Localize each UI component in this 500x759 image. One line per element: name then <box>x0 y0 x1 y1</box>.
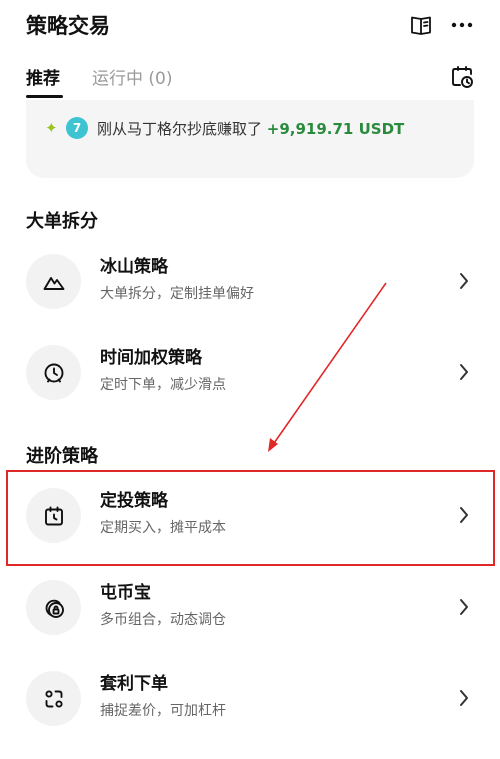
strategy-item-coin-vault[interactable]: 屯币宝 多币组合，动态调仓 <box>6 564 494 652</box>
chevron-right-icon <box>460 364 468 380</box>
arbitrage-icon <box>26 671 81 726</box>
sparkle-icon: ✦ <box>45 119 58 137</box>
mountain-icon <box>26 254 81 309</box>
more-icon[interactable] <box>449 12 475 38</box>
chevron-right-icon <box>460 690 468 706</box>
tab-running[interactable]: 运行中 (0) <box>92 64 172 89</box>
tab-bar: 推荐 运行中 (0) <box>0 56 500 102</box>
item-subtitle: 捕捉差价，可加杠杆 <box>100 703 226 719</box>
section-title-large-order: 大单拆分 <box>26 211 98 232</box>
user-badge: 7 <box>66 117 88 139</box>
banner-amount: +9,919.71 USDT <box>266 120 405 138</box>
section-title-advanced: 进阶策略 <box>26 446 98 467</box>
chevron-right-icon <box>460 273 468 289</box>
item-title: 时间加权策略 <box>100 348 202 368</box>
item-subtitle: 大单拆分，定制挂单偏好 <box>100 286 254 302</box>
coins-lock-icon <box>26 580 81 635</box>
alarm-clock-icon <box>26 345 81 400</box>
strategy-item-twap[interactable]: 时间加权策略 定时下单，减少滑点 <box>6 329 494 417</box>
tab-active-indicator <box>26 95 63 98</box>
highlight-box <box>6 470 495 566</box>
history-icon[interactable] <box>449 64 475 90</box>
book-icon[interactable] <box>408 12 434 38</box>
chevron-right-icon <box>460 599 468 615</box>
item-title: 屯币宝 <box>100 583 151 603</box>
item-title: 套利下单 <box>100 674 168 694</box>
promo-banner[interactable]: ✦ 7 刚从马丁格尔抄底赚取了 +9,919.71 USDT <box>26 100 474 178</box>
tab-recommend[interactable]: 推荐 <box>26 64 60 89</box>
strategy-item-iceberg[interactable]: 冰山策略 大单拆分，定制挂单偏好 <box>6 238 494 326</box>
item-subtitle: 多币组合，动态调仓 <box>100 612 226 628</box>
item-title: 冰山策略 <box>100 257 168 277</box>
banner-text: 刚从马丁格尔抄底赚取了 +9,919.71 USDT <box>97 120 405 138</box>
page-title: 策略交易 <box>26 14 110 38</box>
header: 策略交易 <box>0 0 500 50</box>
item-subtitle: 定时下单，减少滑点 <box>100 377 226 393</box>
strategy-item-arbitrage[interactable]: 套利下单 捕捉差价，可加杠杆 <box>6 655 494 743</box>
